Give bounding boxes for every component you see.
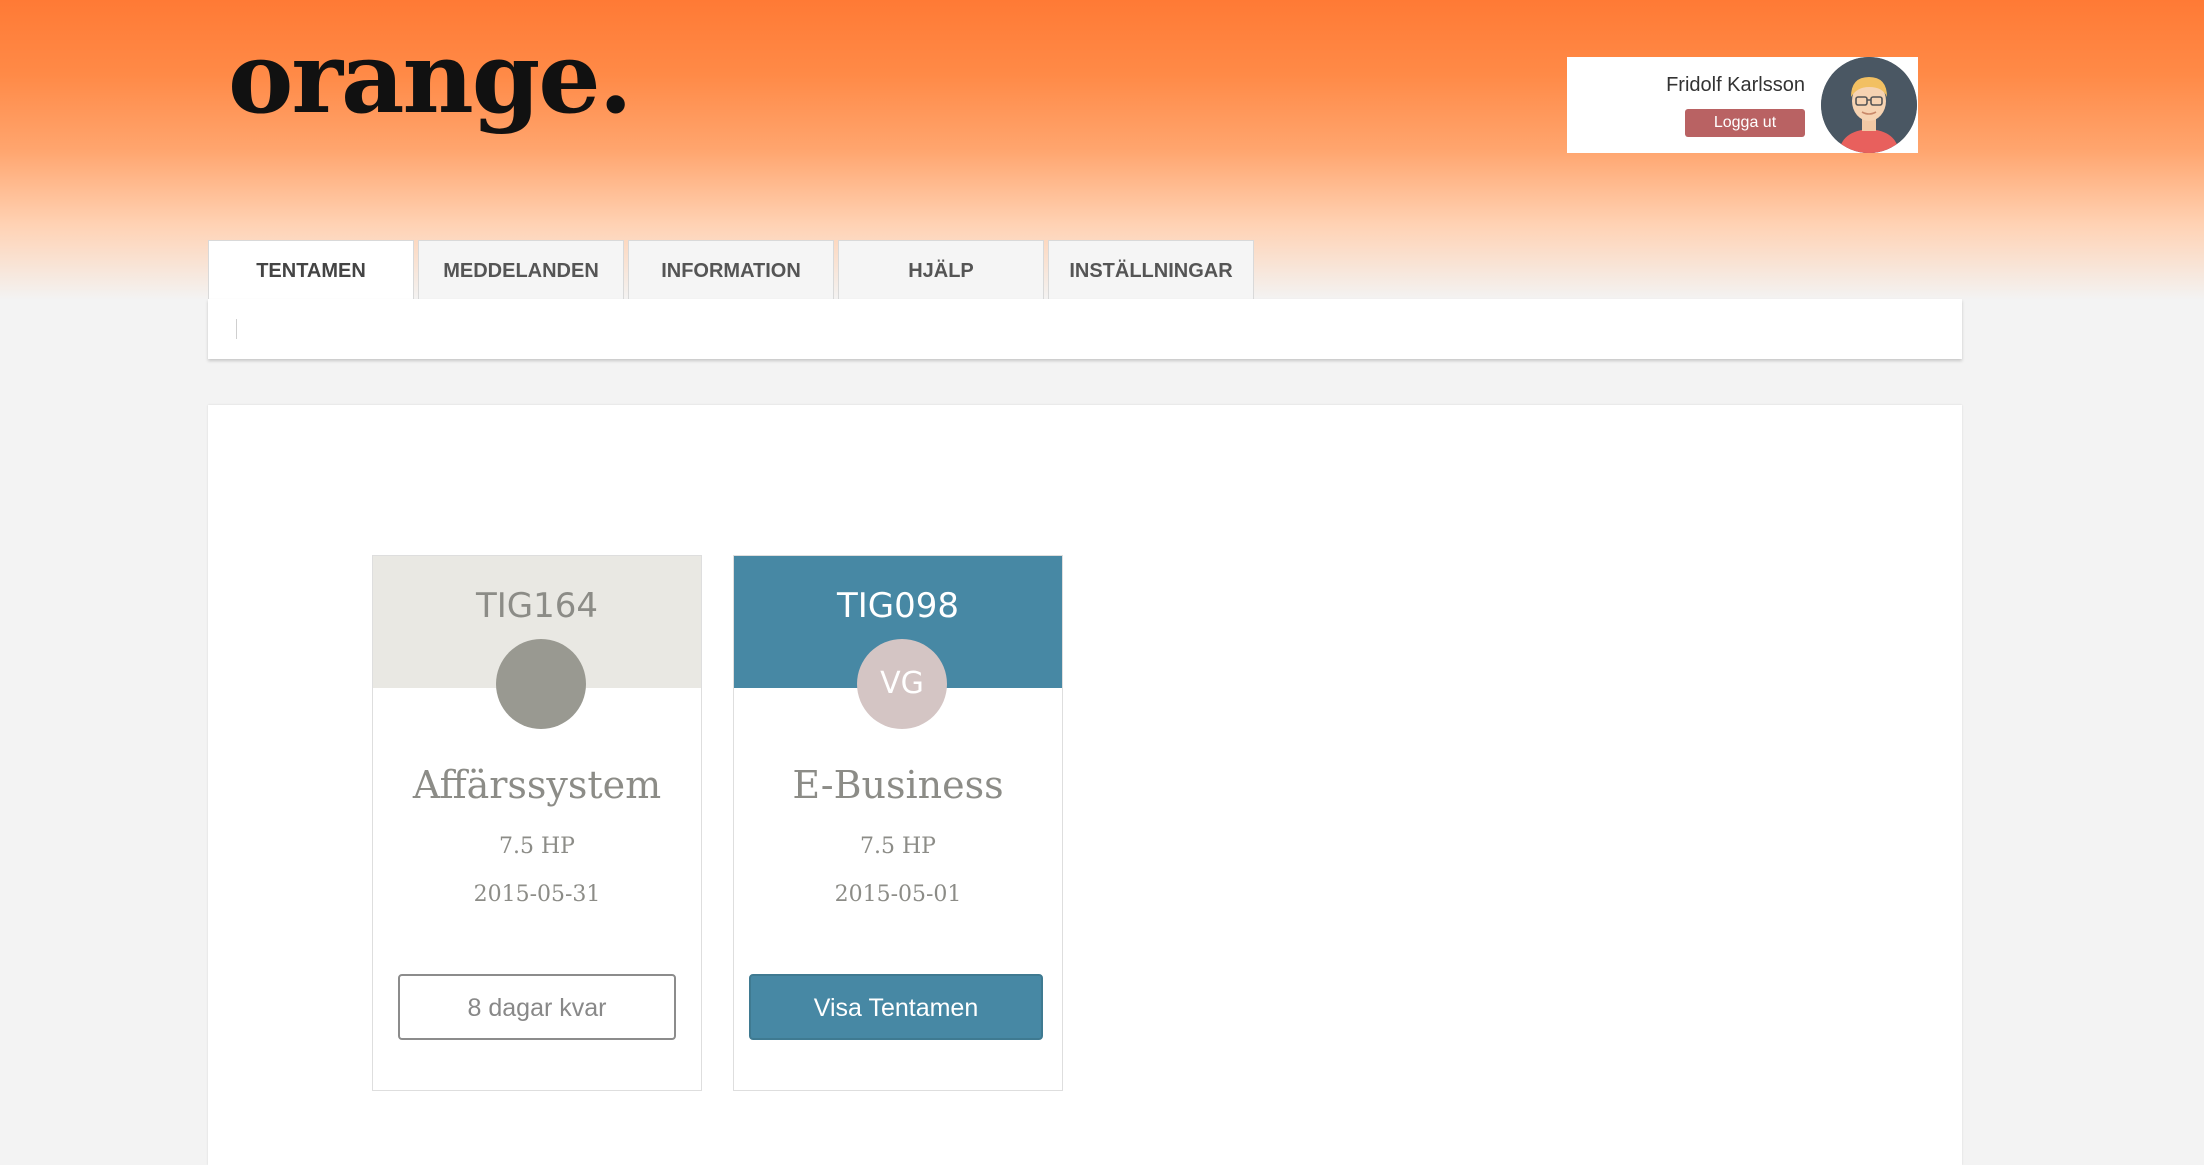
logout-button[interactable]: Logga ut [1685,109,1805,137]
tab-information[interactable]: INFORMATION [628,240,834,300]
grade-badge [496,639,586,729]
exam-card: TIG098 VG E-Business 7.5 HP 2015-05-01 V… [733,555,1063,1091]
exam-code: TIG098 [836,586,960,626]
exam-date: 2015-05-31 [473,882,601,907]
tab-meddelanden[interactable]: MEDDELANDEN [418,240,624,300]
exam-credits: 7.5 HP [860,834,936,859]
tab-installningar[interactable]: INSTÄLLNINGAR [1048,240,1254,300]
sub-navigation-bar [208,299,1962,359]
exam-title: E-Business [792,763,1004,807]
subbar-divider [236,319,237,339]
exam-title: Affärssystem [412,763,662,807]
exam-code: TIG164 [475,586,599,626]
user-avatar-icon[interactable] [1821,57,1917,153]
exam-date: 2015-05-01 [834,882,962,907]
tab-tentamen[interactable]: TENTAMEN [208,240,414,301]
user-panel: Fridolf Karlsson Logga ut [1567,57,1918,153]
view-exam-button[interactable]: Visa Tentamen [749,974,1043,1040]
avatar-illustration [1821,57,1917,153]
exam-credits: 7.5 HP [499,834,575,859]
grade-badge: VG [857,639,947,729]
user-name: Fridolf Karlsson [1666,74,1805,96]
days-remaining-button[interactable]: 8 dagar kvar [398,974,676,1040]
tab-hjalp[interactable]: HJÄLP [838,240,1044,300]
app-logo[interactable]: orange. [228,30,633,128]
exam-card: TIG164 Affärssystem 7.5 HP 2015-05-31 8 … [372,555,702,1091]
